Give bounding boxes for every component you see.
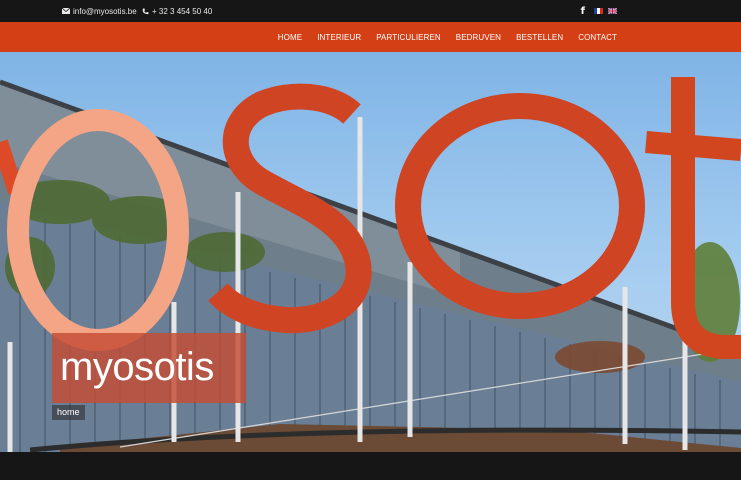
phone-contact[interactable]: + 32 3 454 50 40 [142, 0, 212, 22]
facebook-icon[interactable]: f [581, 6, 585, 17]
breadcrumb-home[interactable]: home [52, 405, 85, 420]
envelope-icon [62, 8, 70, 14]
nav-item-bedruven[interactable]: BEDRUVEN [456, 33, 501, 42]
top-bar: info@myosotis.be + 32 3 454 50 40 f [0, 0, 741, 22]
footer-strip [0, 452, 741, 480]
nav-item-bestellen[interactable]: BESTELLEN [516, 33, 563, 42]
nav-item-interieur[interactable]: INTERIEUR [317, 33, 361, 42]
nav-item-particulieren[interactable]: PARTICULIEREN [376, 33, 441, 42]
phone-icon [142, 8, 149, 14]
hero-title: myosotis [60, 345, 214, 389]
hero-caption: myosotis [52, 333, 246, 403]
phone-text: + 32 3 454 50 40 [152, 6, 213, 16]
email-text: info@myosotis.be [73, 6, 137, 16]
hero-banner: myosotis home [0, 52, 741, 452]
nav-item-home[interactable]: HOME [278, 33, 302, 42]
en-flag-icon[interactable] [608, 8, 617, 14]
email-contact[interactable]: info@myosotis.be [62, 0, 137, 22]
fr-flag-icon[interactable] [594, 8, 603, 14]
main-navigation: HOME INTERIEUR PARTICULIEREN BEDRUVEN BE… [0, 22, 741, 52]
social-links: f [581, 0, 617, 22]
nav-item-contact[interactable]: CONTACT [578, 33, 617, 42]
